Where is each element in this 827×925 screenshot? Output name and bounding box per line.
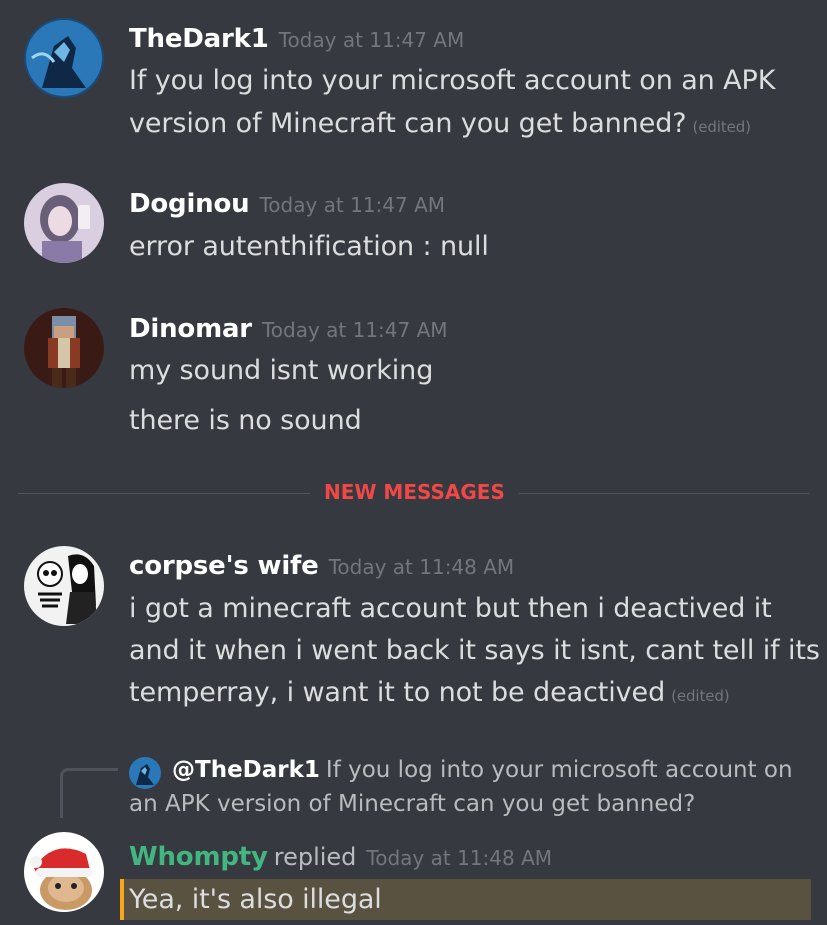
- avatar-whompty-image: [24, 832, 104, 912]
- avatar-dinomar-image: [24, 308, 104, 388]
- message-text: i got a minecraft account but then i dea…: [129, 593, 772, 624]
- timestamp[interactable]: Today at 11:47 AM: [259, 193, 445, 217]
- new-messages-label: NEW MESSAGES: [310, 480, 519, 504]
- timestamp[interactable]: Today at 11:48 AM: [366, 846, 552, 870]
- username[interactable]: Dinomar: [129, 314, 252, 344]
- message-text: version of Minecraft can you get banned?…: [129, 103, 751, 148]
- avatar-thedark1[interactable]: [24, 18, 104, 98]
- message-text: error autenthification : null: [129, 231, 489, 262]
- message-text: If you log into your microsoft account o…: [129, 65, 776, 96]
- username[interactable]: Doginou: [129, 189, 250, 219]
- avatar-whompty[interactable]: [24, 832, 104, 912]
- message-text-line: temperray, i want it to not be deactived: [129, 677, 666, 708]
- message-text-line: version of Minecraft can you get banned?: [129, 108, 687, 139]
- reply-spine: [60, 768, 118, 818]
- username[interactable]: TheDark1: [129, 24, 269, 54]
- avatar-doginou[interactable]: [24, 183, 104, 263]
- reply-mention[interactable]: @TheDark1: [172, 757, 320, 783]
- edited-label: (edited): [692, 118, 751, 136]
- avatar-corpses-wife[interactable]: [24, 546, 104, 626]
- message-text: and it when i went back it says it isnt,…: [129, 635, 820, 666]
- reply-avatar-thedark1[interactable]: [129, 757, 161, 789]
- timestamp[interactable]: Today at 11:47 AM: [279, 28, 465, 52]
- message-text: temperray, i want it to not be deactived…: [129, 672, 730, 717]
- avatar-doginou-image: [24, 183, 104, 263]
- message-header: corpse's wife Today at 11:48 AM: [129, 551, 514, 581]
- avatar-thedark1-image: [24, 18, 104, 98]
- reply-reference[interactable]: @TheDark1 If you log into your microsoft …: [172, 757, 793, 783]
- message-header: Dinomar Today at 11:47 AM: [129, 314, 448, 344]
- reply-preview-text-cont: an APK version of Minecraft can you get …: [129, 791, 696, 817]
- username[interactable]: corpse's wife: [129, 551, 319, 581]
- username[interactable]: Whompty: [129, 842, 268, 872]
- message-text: my sound isnt working: [129, 355, 434, 386]
- reply-avatar-image: [129, 757, 161, 789]
- message-header: TheDark1 Today at 11:47 AM: [129, 24, 464, 54]
- message-text: there is no sound: [129, 405, 362, 436]
- avatar-dinomar[interactable]: [24, 308, 104, 388]
- message-header: Doginou Today at 11:47 AM: [129, 189, 445, 219]
- edited-label: (edited): [671, 687, 730, 705]
- replied-label: replied: [273, 843, 357, 871]
- timestamp[interactable]: Today at 11:47 AM: [262, 318, 448, 342]
- avatar-corpses-wife-image: [24, 546, 104, 626]
- reply-preview-text: If you log into your microsoft account o…: [325, 757, 793, 783]
- message-text: Yea, it's also illegal: [129, 884, 382, 915]
- timestamp[interactable]: Today at 11:48 AM: [329, 555, 515, 579]
- message-header: Whompty replied Today at 11:48 AM: [129, 842, 552, 872]
